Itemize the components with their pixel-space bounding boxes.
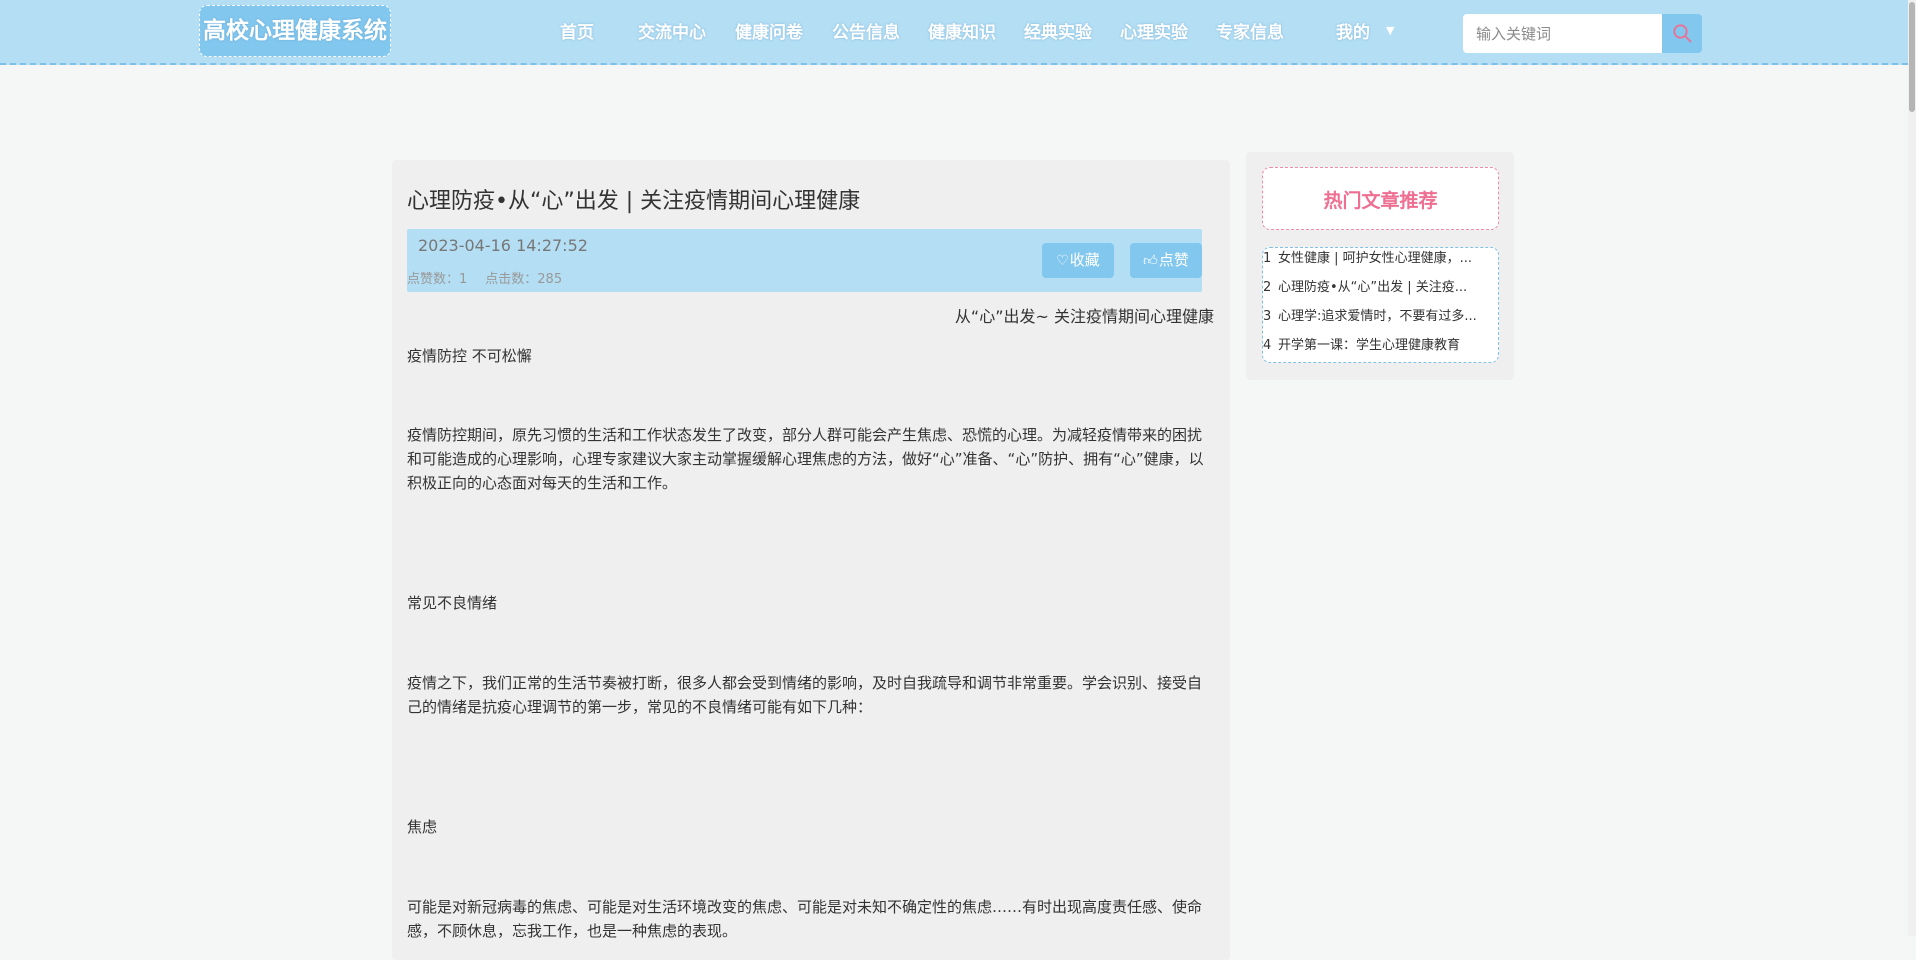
hot-article-title: 开学第一课：学生心理健康教育 [1278,338,1461,353]
thumbs-up-icon: 👍︎ [1143,253,1158,269]
hot-article-rank: 2 [1263,280,1272,295]
hot-article-item[interactable]: 2 心理防疫•从“心”出发 | 关注疫... [1263,278,1493,298]
favorite-button[interactable]: ♡收藏 [1042,243,1114,278]
scrollbar-track[interactable] [1908,0,1916,936]
hot-article-rank: 3 [1263,309,1272,324]
click-count: 点击数：285 [485,272,563,287]
article-paragraph: 疫情防控期间，原先习惯的生活和工作状态发生了改变，部分人群可能会产生焦虑、恐慌的… [407,426,1204,492]
hot-article-rank: 1 [1263,251,1272,266]
article-stats: 点赞数：1 点击数：285 [407,268,580,287]
hot-article-item[interactable]: 1 女性健康 | 呵护女性心理健康，... [1263,249,1493,269]
nav-classic-experiments[interactable]: 经典实验 [1024,20,1092,46]
hot-article-title: 心理防疫•从“心”出发 | 关注疫... [1278,280,1468,295]
favorite-label: 收藏 [1069,251,1100,269]
nav-announcements[interactable]: 公告信息 [832,20,900,46]
site-logo[interactable]: 高校心理健康系统 [199,5,391,57]
scrollbar-thumb[interactable] [1909,2,1915,112]
hot-article-item[interactable]: 4 开学第一课：学生心理健康教育 [1263,336,1493,356]
publish-date: 2023-04-16 14:27:52 [418,236,588,255]
search-input[interactable] [1463,14,1662,53]
like-label: 点赞 [1158,251,1189,269]
hot-article-title: 心理学:追求爱情时，不要有过多... [1278,309,1477,324]
hot-article-item[interactable]: 3 心理学:追求爱情时，不要有过多... [1263,307,1493,327]
nav-experts[interactable]: 专家信息 [1216,20,1284,46]
search-button[interactable] [1662,14,1702,53]
article-title: 心理防疫•从“心”出发 | 关注疫情期间心理健康 [407,189,861,214]
hot-article-rank: 4 [1263,338,1272,353]
nav-forum[interactable]: 交流中心 [638,20,706,46]
article-paragraph: 常见不良情绪 [407,594,498,612]
heart-icon: ♡ [1056,253,1069,269]
nav-home[interactable]: 首页 [560,20,594,46]
like-count: 点赞数：1 [407,272,468,287]
article-paragraph: 疫情防控 不可松懈 [407,347,532,365]
nav-health-knowledge[interactable]: 健康知识 [928,20,996,46]
chevron-down-icon[interactable]: ▼ [1386,24,1394,37]
like-button[interactable]: 👍︎点赞 [1130,243,1202,278]
nav-psych-experiments[interactable]: 心理实验 [1120,20,1188,46]
hot-article-title: 女性健康 | 呵护女性心理健康，... [1278,251,1473,266]
article-subtitle: 从“心”出发~ 关注疫情期间心理健康 [954,307,1214,326]
article-paragraph: 疫情之下，我们正常的生活节奏被打断，很多人都会受到情绪的影响，及时自我疏导和调节… [407,674,1203,716]
article-paragraph: 焦虑 [407,818,438,836]
search-icon [1673,24,1692,43]
hot-articles-title: 热门文章推荐 [1323,190,1438,212]
nav-questionnaire[interactable]: 健康问卷 [735,20,803,46]
nav-my-account[interactable]: 我的 [1336,20,1370,46]
